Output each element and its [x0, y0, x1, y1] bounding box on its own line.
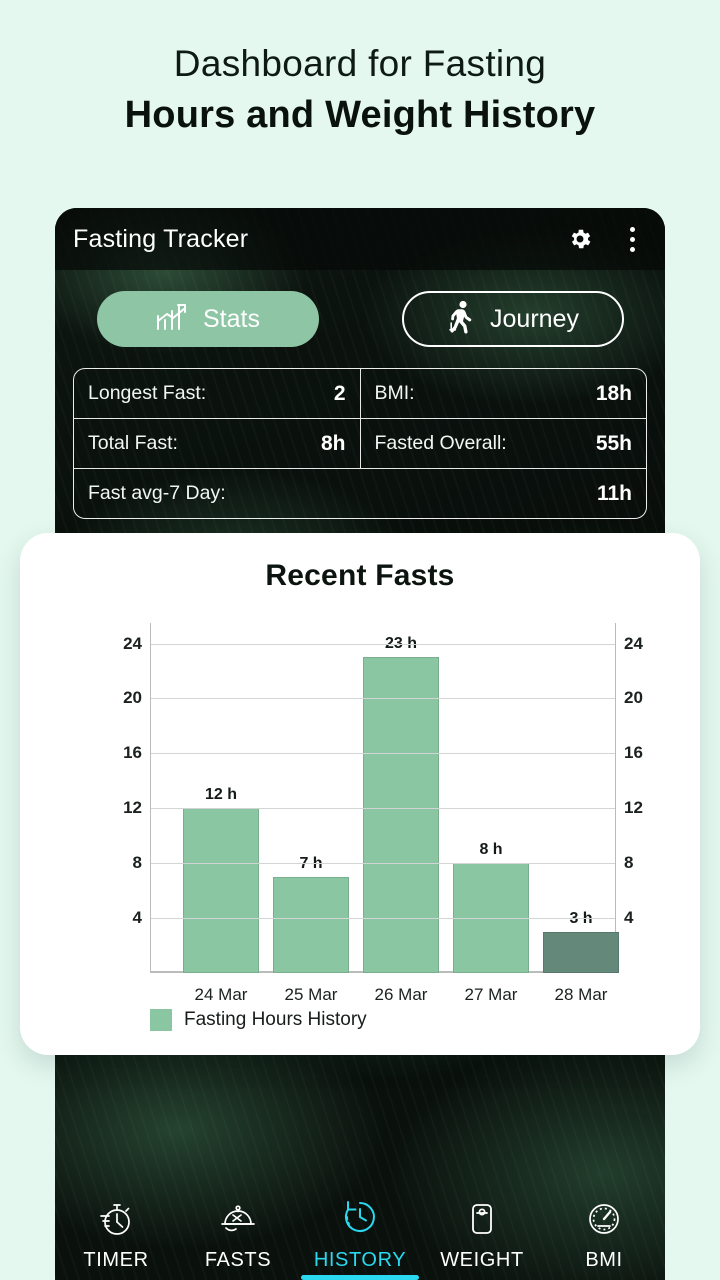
chart-bar[interactable]: 3 h: [543, 932, 619, 973]
stats-row: Fast avg-7 Day: 11h: [74, 468, 646, 518]
promo-header: Dashboard for Fasting Hours and Weight H…: [0, 0, 720, 180]
stat-label: Longest Fast:: [88, 382, 206, 405]
x-axis-tick-label: 25 Mar: [285, 985, 338, 1005]
food-cloche-icon: [219, 1200, 257, 1243]
mode-button-journey[interactable]: Journey: [402, 291, 624, 347]
y-axis-tick-left: 8: [133, 853, 142, 873]
chart-gridline: [151, 863, 615, 864]
walking-person-icon: [446, 300, 476, 339]
chart-bars: 12 h24 Mar7 h25 Mar23 h26 Mar8 h27 Mar3 …: [151, 623, 615, 973]
stat-cell-total-fast: Total Fast: 8h: [74, 419, 360, 468]
scale-icon: [463, 1200, 501, 1243]
mode-button-stats[interactable]: Stats: [97, 291, 319, 347]
y-axis-tick-right: 24: [624, 634, 643, 654]
nav-label-fasts: FASTS: [205, 1249, 271, 1272]
stat-value: 55h: [596, 432, 632, 456]
chart-legend: Fasting Hours History: [150, 1009, 367, 1031]
nav-item-weight[interactable]: WEIGHT: [421, 1200, 543, 1280]
chart-bar-group[interactable]: 7 h25 Mar: [273, 623, 349, 973]
y-axis-tick-left: 24: [123, 634, 142, 654]
stat-cell-fast-avg-7-day: Fast avg-7 Day: 11h: [74, 469, 646, 518]
x-axis-tick-label: 24 Mar: [195, 985, 248, 1005]
chart-bar-group[interactable]: 8 h27 Mar: [453, 623, 529, 973]
stat-cell-bmi: BMI: 18h: [360, 369, 647, 418]
chart-bar[interactable]: 12 h: [183, 808, 259, 973]
chart-gridline: [151, 698, 615, 699]
stats-summary-grid: Longest Fast: 2 BMI: 18h Total Fast: 8h …: [73, 368, 647, 519]
y-axis-tick-right: 12: [624, 798, 643, 818]
y-axis-tick-left: 4: [133, 908, 142, 928]
y-axis-tick-right: 8: [624, 853, 633, 873]
chart-bar[interactable]: 23 h: [363, 657, 439, 973]
overflow-dots: [630, 227, 635, 252]
nav-label-history: HISTORY: [314, 1249, 406, 1272]
y-axis-tick-left: 16: [123, 743, 142, 763]
more-vertical-icon[interactable]: [617, 224, 647, 254]
stats-row: Longest Fast: 2 BMI: 18h: [74, 369, 646, 418]
nav-active-indicator: [301, 1275, 419, 1280]
nav-item-fasts[interactable]: FASTS: [177, 1200, 299, 1280]
stat-cell-fasted-overall: Fasted Overall: 55h: [360, 419, 647, 468]
stat-value: 8h: [321, 432, 346, 456]
promo-headline-line2: Hours and Weight History: [125, 92, 596, 138]
bottom-navigation-bar: TIMER FASTS: [55, 1184, 665, 1280]
y-axis-tick-left: 20: [123, 688, 142, 708]
x-axis-tick-label: 28 Mar: [555, 985, 608, 1005]
nav-label-weight: WEIGHT: [440, 1249, 524, 1272]
y-axis-tick-right: 4: [624, 908, 633, 928]
app-bar: Fasting Tracker: [55, 208, 665, 270]
chart-gridline: [151, 644, 615, 645]
nav-item-history[interactable]: HISTORY: [299, 1196, 421, 1280]
chart-bar[interactable]: 7 h: [273, 877, 349, 973]
x-axis-tick-label: 26 Mar: [375, 985, 428, 1005]
chart-bar-group[interactable]: 3 h28 Mar: [543, 623, 619, 973]
stat-label: Fasted Overall:: [375, 432, 507, 455]
chart-bar-value-label: 12 h: [205, 786, 237, 804]
mode-label-journey: Journey: [490, 305, 579, 334]
legend-label: Fasting Hours History: [184, 1009, 367, 1031]
chart-gridline: [151, 808, 615, 809]
fasting-hours-bar-chart: 12 h24 Mar7 h25 Mar23 h26 Mar8 h27 Mar3 …: [20, 605, 700, 1025]
gauge-icon: [585, 1200, 623, 1243]
stat-label: Fast avg-7 Day:: [88, 482, 226, 505]
chart-gridline: [151, 753, 615, 754]
stat-value: 2: [334, 382, 346, 406]
chart-growth-icon: [155, 302, 189, 337]
app-title: Fasting Tracker: [73, 225, 248, 254]
y-axis-tick-right: 20: [624, 688, 643, 708]
clock-history-icon: [339, 1196, 381, 1243]
gear-icon[interactable]: [565, 224, 595, 254]
nav-label-bmi: BMI: [585, 1249, 622, 1272]
nav-item-bmi[interactable]: BMI: [543, 1200, 665, 1280]
legend-color-swatch: [150, 1009, 172, 1031]
y-axis-tick-right: 16: [624, 743, 643, 763]
stopwatch-icon: [97, 1200, 135, 1243]
stat-label: Total Fast:: [88, 432, 178, 455]
chart-bar-value-label: 8 h: [479, 841, 502, 859]
card-title: Recent Fasts: [20, 533, 700, 593]
app-bar-actions: [565, 224, 647, 254]
stats-row: Total Fast: 8h Fasted Overall: 55h: [74, 418, 646, 468]
nav-label-timer: TIMER: [83, 1249, 148, 1272]
stat-label: BMI:: [375, 382, 415, 405]
mode-label-stats: Stats: [203, 305, 260, 334]
chart-bar-group[interactable]: 12 h24 Mar: [183, 623, 259, 973]
stat-value: 18h: [596, 382, 632, 406]
chart-bar-group[interactable]: 23 h26 Mar: [363, 623, 439, 973]
chart-gridline: [151, 918, 615, 919]
promo-headline-line1: Dashboard for Fasting: [174, 42, 546, 86]
stat-value: 11h: [597, 482, 632, 506]
x-axis-tick-label: 27 Mar: [465, 985, 518, 1005]
y-axis-tick-left: 12: [123, 798, 142, 818]
recent-fasts-card: Recent Fasts 12 h24 Mar7 h25 Mar23 h26 M…: [20, 533, 700, 1055]
chart-plot-area: 12 h24 Mar7 h25 Mar23 h26 Mar8 h27 Mar3 …: [150, 623, 616, 973]
mode-toggle-group: Stats Journey: [55, 291, 665, 347]
stat-cell-longest-fast: Longest Fast: 2: [74, 369, 360, 418]
nav-item-timer[interactable]: TIMER: [55, 1200, 177, 1280]
